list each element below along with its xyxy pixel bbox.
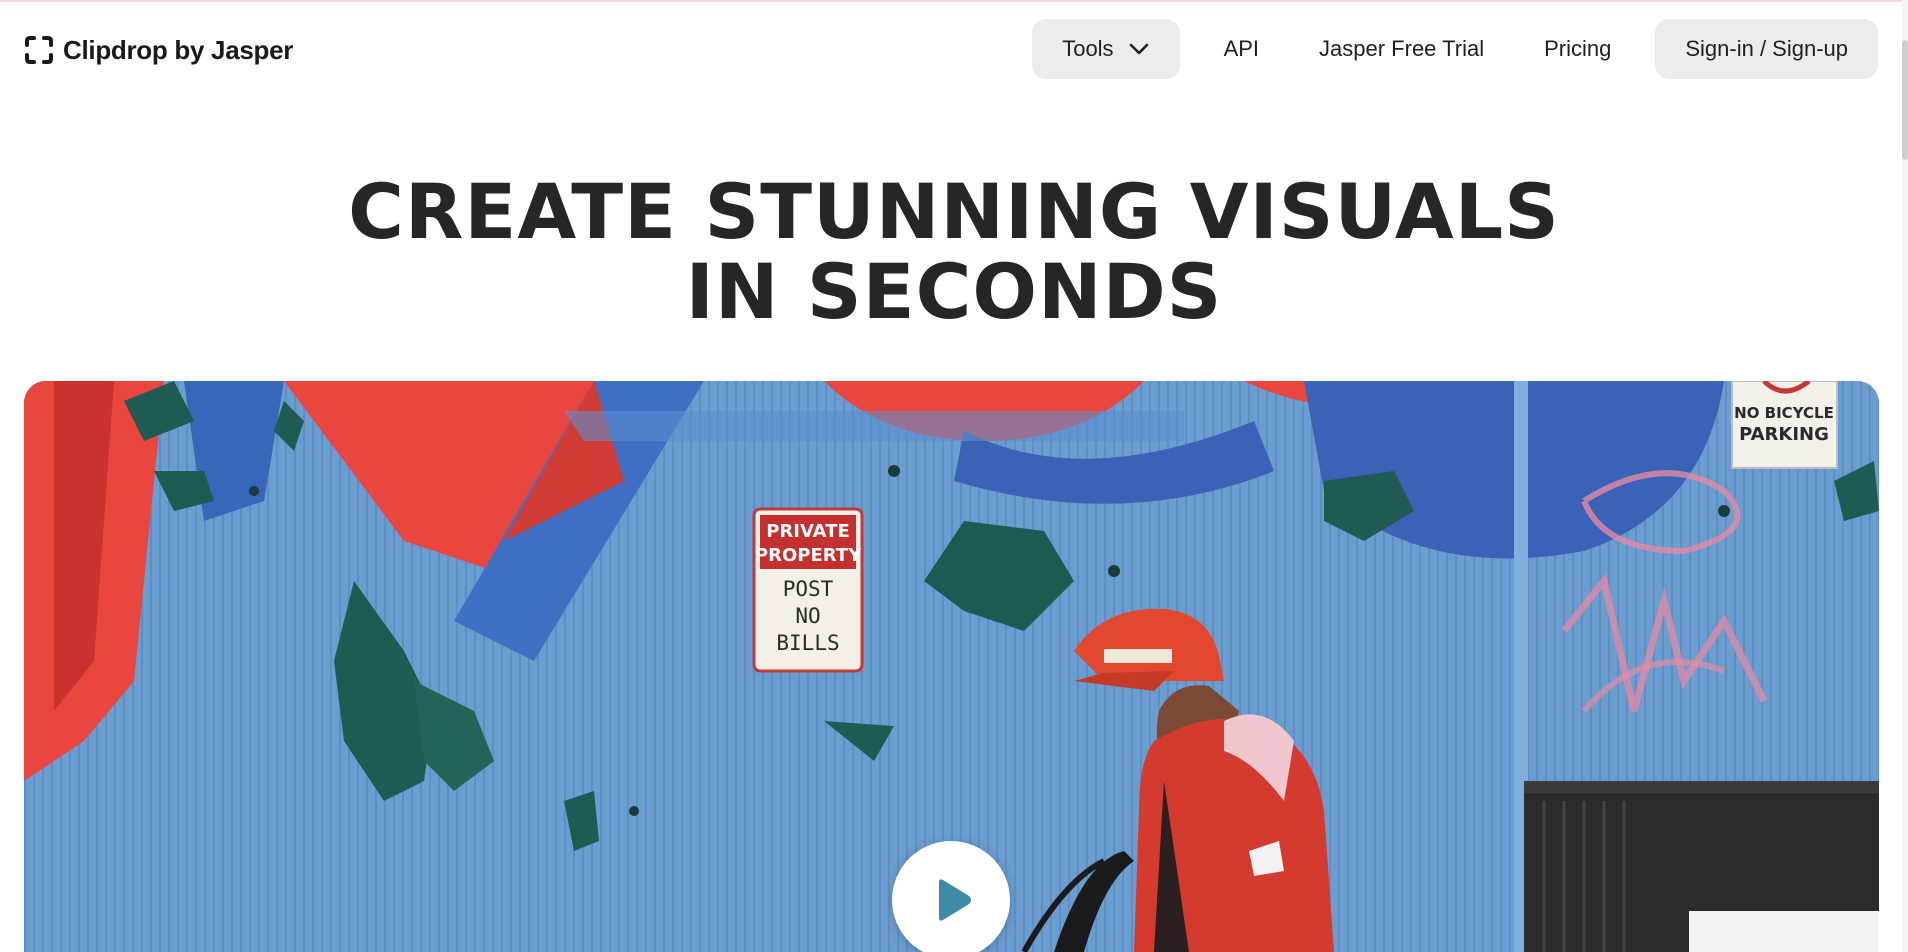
site-header: Clipdrop by Jasper Tools API Jasper Free… — [0, 2, 1908, 96]
play-button[interactable] — [892, 841, 1010, 952]
hero-title-line-2: IN SECONDS — [685, 247, 1223, 336]
tools-dropdown-button[interactable]: Tools — [1032, 19, 1180, 79]
hero-video[interactable]: PRIVATE PROPERTY POST NO BILLS NO BICYCL… — [24, 381, 1879, 952]
sign-private: PRIVATE — [766, 521, 850, 542]
play-icon — [939, 879, 971, 921]
sign-no-bicycle: NO BICYCLE — [1734, 404, 1834, 422]
hero-title: CREATE STUNNING VISUALS IN SECONDS — [0, 172, 1908, 332]
sign-property: PROPERTY — [755, 545, 862, 566]
nav-link-pricing[interactable]: Pricing — [1514, 19, 1641, 79]
hero-title-line-1: CREATE STUNNING VISUALS — [348, 167, 1560, 256]
bracket-frame-icon — [25, 36, 53, 64]
chevron-down-icon — [1129, 43, 1148, 55]
page-scrollbar[interactable] — [1902, 0, 1908, 952]
brand-logo-link[interactable]: Clipdrop by Jasper — [23, 34, 293, 66]
scrollbar-thumb[interactable] — [1902, 40, 1908, 160]
sign-bills: BILLS — [776, 631, 839, 655]
sign-post: POST — [783, 577, 834, 601]
nav-link-api[interactable]: API — [1194, 19, 1289, 79]
no-bicycle-parking-sign: NO BICYCLE PARKING — [1731, 381, 1838, 469]
private-property-sign: PRIVATE PROPERTY POST NO BILLS — [752, 507, 864, 673]
signin-signup-button[interactable]: Sign-in / Sign-up — [1655, 19, 1878, 79]
main-nav: Tools API Jasper Free Trial Pricing Sign… — [1032, 19, 1878, 79]
sign-no: NO — [795, 604, 820, 628]
tools-label: Tools — [1062, 36, 1114, 61]
nav-link-jasper-free-trial[interactable]: Jasper Free Trial — [1289, 19, 1514, 79]
brand-name: Clipdrop by Jasper — [63, 34, 294, 65]
sign-parking: PARKING — [1739, 424, 1829, 445]
